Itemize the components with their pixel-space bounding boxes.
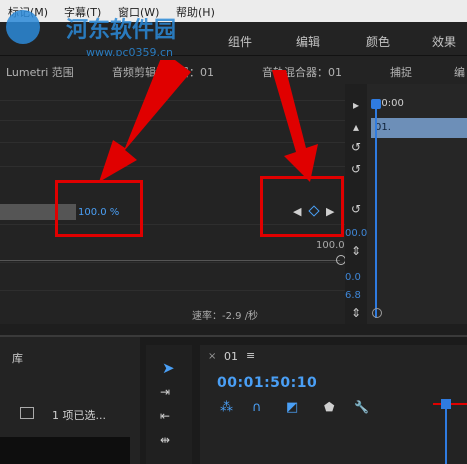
add-marker-icon[interactable]: ◩ — [286, 400, 298, 415]
close-tab-icon[interactable]: × — [208, 351, 216, 362]
snap-icon[interactable]: ⁂ — [220, 400, 233, 415]
marker-icon[interactable]: ⬟ — [324, 400, 334, 414]
menu-item-help[interactable]: 帮助(H) — [176, 4, 215, 20]
rate-stretch-tool-icon[interactable]: ⇹ — [160, 433, 170, 447]
row-divider — [0, 262, 345, 263]
bin-icon[interactable] — [20, 407, 34, 419]
tab-more[interactable]: 编 — [454, 64, 465, 80]
sequence-playhead-line — [445, 409, 447, 464]
tools-panel: ➤ ⇥ ⇤ ⇹ — [146, 345, 192, 464]
speed-readout: 速率：-2.9 /秒 — [192, 311, 259, 322]
sequence-playhead[interactable] — [441, 399, 451, 409]
sequence-panel: × 01 ≡ 00:01:50:10 ⁂ ∩ ◩ ⬟ 🔧 — [200, 345, 467, 464]
time-ruler: 00:00 — [367, 96, 467, 116]
tab-capture[interactable]: 捕捉 — [390, 64, 412, 80]
menu-icon[interactable]: ≡ — [246, 349, 255, 362]
zoom-handle[interactable] — [372, 308, 382, 318]
track-select-tool-icon[interactable]: ⇥ — [160, 385, 170, 399]
sequence-tab[interactable]: 01 — [224, 350, 238, 363]
linked-selection-icon[interactable]: ∩ — [252, 400, 262, 415]
highlight-box-keyframe — [260, 176, 344, 237]
annotation-arrow-right — [262, 70, 332, 185]
workspace-assembly[interactable]: 组件 — [228, 33, 252, 50]
collapse-up-icon[interactable]: ▴ — [348, 120, 364, 134]
selection-count: 1 项已选... — [52, 409, 106, 422]
selection-tool-icon[interactable]: ➤ — [162, 359, 175, 377]
tab-lumetri-scopes[interactable]: Lumetri 范围 — [6, 64, 74, 80]
library-title: 库 — [12, 352, 23, 365]
workspace-editing[interactable]: 编辑 — [296, 33, 320, 50]
slider-track[interactable] — [0, 260, 340, 261]
ripple-edit-tool-icon[interactable]: ⇤ — [160, 409, 170, 423]
toggle-icon[interactable]: ⇕ — [348, 306, 364, 320]
reset-icon[interactable]: ↺ — [348, 162, 364, 176]
play-triangle-icon[interactable]: ▸ — [348, 98, 364, 112]
library-item-thumb[interactable] — [0, 437, 130, 464]
clip-label: 01. — [375, 122, 391, 133]
lower-value-1: 0.0 — [345, 272, 361, 283]
playhead-handle[interactable] — [371, 99, 381, 109]
library-panel: 库 1 项已选... — [0, 337, 140, 464]
watermark-logo — [6, 10, 40, 44]
row-divider — [0, 290, 345, 291]
playhead[interactable] — [375, 100, 377, 318]
workspace-color[interactable]: 颜色 — [366, 33, 390, 50]
upper-value: 00.0 — [345, 228, 368, 239]
sequence-timecode[interactable]: 00:01:50:10 — [217, 375, 317, 391]
watermark-title: 河东软件园 — [66, 18, 177, 43]
workspace-effects[interactable]: 效果 — [432, 33, 456, 50]
timeline-clip[interactable]: 01. — [371, 118, 467, 138]
lower-value-2: 6.8 — [345, 290, 361, 301]
slider-max-label: 100.0 — [316, 240, 345, 251]
toggle-icon[interactable]: ⇕ — [348, 244, 364, 258]
reset-icon[interactable]: ↺ — [348, 202, 364, 216]
panel-tabs: Lumetri 范围 音频剪辑混合器：01 音轨混合器：01 捕捉 编 — [0, 56, 467, 84]
reset-icon[interactable]: ↺ — [348, 140, 364, 154]
wrench-icon[interactable]: 🔧 — [354, 400, 369, 414]
control-column: ▸ ▴ ↺ ↺ ↺ ⇕ ⇕ — [345, 84, 367, 324]
annotation-arrow-left — [75, 60, 195, 190]
